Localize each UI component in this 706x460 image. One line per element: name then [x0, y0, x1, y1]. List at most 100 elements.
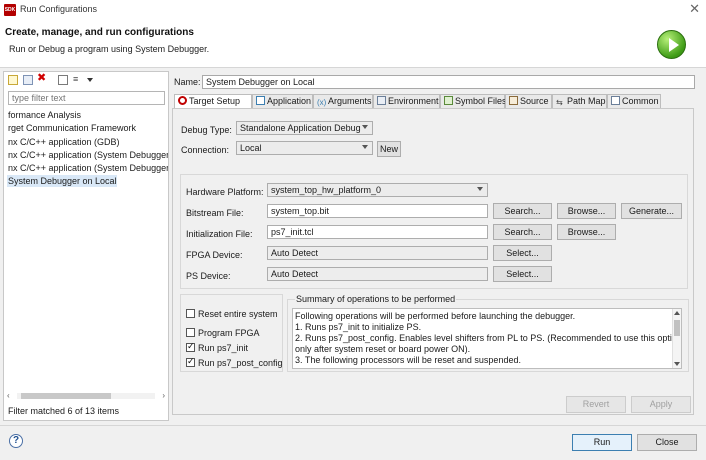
debug-type-label: Debug Type: — [181, 125, 232, 135]
tab-source[interactable]: Source — [505, 94, 552, 108]
sdk-app-icon: SDK — [4, 4, 16, 16]
ps-select-button[interactable]: Select... — [493, 266, 552, 282]
close-window-icon[interactable]: ✕ — [689, 2, 700, 16]
path-map-icon: ⇆ — [556, 98, 563, 107]
revert-button[interactable]: Revert — [566, 396, 626, 413]
fpga-select-button[interactable]: Select... — [493, 245, 552, 261]
run-ps7-post-config-checkbox[interactable]: Run ps7_post_config — [186, 356, 283, 368]
apply-button[interactable]: Apply — [631, 396, 691, 413]
checkbox-label: Run ps7_init — [198, 343, 249, 353]
help-icon[interactable]: ? — [9, 434, 23, 448]
bitstream-field[interactable]: system_top.bit — [267, 204, 488, 218]
tab-label: Target Setup — [189, 96, 241, 106]
tree-item-selected[interactable]: System Debugger on Local — [7, 175, 117, 187]
summary-line: Following operations will be performed b… — [295, 311, 576, 321]
filter-icon[interactable]: ≡ — [73, 74, 83, 84]
view-menu-chevron-down-icon[interactable] — [87, 78, 93, 82]
tab-path-map[interactable]: ⇆ Path Map — [552, 94, 607, 108]
environment-icon — [377, 96, 386, 105]
summary-line: 2. Runs ps7_post_config. Enables level s… — [295, 333, 682, 343]
checkbox-box — [186, 309, 195, 318]
header-title: Create, manage, and run configurations — [5, 27, 194, 38]
tree-item[interactable]: rget Communication Framework — [7, 122, 168, 134]
init-file-label: Initialization File: — [186, 229, 253, 239]
close-button[interactable]: Close — [637, 434, 697, 451]
arguments-icon: (x) — [317, 98, 327, 107]
ps-device-field: Auto Detect — [267, 267, 488, 281]
tab-label: Source — [520, 96, 549, 106]
target-icon — [178, 96, 187, 105]
checkbox-box — [186, 328, 195, 337]
tab-symbol-files[interactable]: Symbol Files — [440, 94, 507, 108]
tree-item[interactable]: nx C/C++ application (System Debugger — [7, 149, 168, 161]
generate-button[interactable]: Generate... — [621, 203, 682, 219]
tab-environment[interactable]: Environment — [373, 94, 440, 108]
reset-system-checkbox[interactable]: Reset entire system — [186, 309, 278, 319]
header-subtitle: Run or Debug a program using System Debu… — [9, 44, 210, 54]
run-banner-icon — [657, 30, 686, 59]
dialog-header: Create, manage, and run configurations R… — [0, 20, 706, 68]
symbol-files-icon — [444, 96, 453, 105]
ps-device-label: PS Device: — [186, 271, 231, 281]
tree-item[interactable]: formance Analysis — [7, 109, 168, 121]
summary-title: Summary of operations to be performed — [295, 294, 457, 304]
filter-input[interactable] — [8, 91, 165, 105]
connection-select[interactable]: Local — [236, 141, 373, 155]
fpga-device-label: FPGA Device: — [186, 250, 243, 260]
chevron-down-icon — [362, 145, 368, 149]
delete-config-icon[interactable]: ✖ — [37, 73, 47, 84]
vertical-scrollbar[interactable] — [672, 309, 681, 368]
connection-label: Connection: — [181, 145, 230, 155]
chevron-down-icon — [362, 125, 368, 129]
bitstream-browse-button[interactable]: Browse... — [557, 203, 616, 219]
horizontal-scrollbar[interactable]: ‹ › — [7, 391, 165, 401]
configuration-tree-pane: ✖ ≡ formance Analysis rget Communication… — [3, 71, 169, 421]
hw-platform-value: system_top_hw_platform_0 — [271, 185, 382, 195]
tab-application[interactable]: Application — [252, 94, 313, 108]
fpga-device-field: Auto Detect — [267, 246, 488, 260]
scroll-thumb[interactable] — [674, 320, 680, 336]
summary-text-area[interactable]: Following operations will be performed b… — [292, 308, 682, 369]
checkbox-box-checked — [186, 341, 195, 352]
init-file-field[interactable]: ps7_init.tcl — [267, 225, 488, 239]
new-connection-button[interactable]: New — [377, 141, 401, 157]
scroll-down-icon[interactable] — [674, 362, 680, 366]
bitstream-label: Bitstream File: — [186, 208, 244, 218]
tab-arguments[interactable]: (x) Arguments — [313, 94, 373, 108]
run-ps7-init-checkbox[interactable]: Run ps7_init — [186, 341, 249, 353]
checkbox-label: Run ps7_post_config — [198, 358, 283, 368]
connection-value: Local — [240, 143, 262, 153]
run-button[interactable]: Run — [572, 434, 632, 451]
scroll-up-icon[interactable] — [674, 311, 680, 315]
chevron-down-icon — [477, 187, 483, 191]
hw-platform-select[interactable]: system_top_hw_platform_0 — [267, 183, 488, 197]
init-browse-button[interactable]: Browse... — [557, 224, 616, 240]
scroll-thumb[interactable] — [21, 393, 111, 399]
summary-line: 3. The following processors will be rese… — [295, 355, 521, 365]
collapse-all-icon[interactable] — [58, 75, 68, 85]
checkbox-label: Program FPGA — [198, 328, 260, 338]
checkbox-label: Reset entire system — [198, 309, 278, 319]
hw-platform-label: Hardware Platform: — [186, 187, 264, 197]
scroll-left-icon[interactable]: ‹ — [7, 391, 10, 400]
tree-item[interactable]: nx C/C++ application (System Debugger — [7, 162, 168, 174]
tree-item[interactable]: nx C/C++ application (GDB) — [7, 136, 168, 148]
name-input[interactable]: System Debugger on Local — [202, 75, 695, 89]
tab-label: Common — [622, 96, 659, 106]
checkbox-box-checked — [186, 356, 195, 367]
duplicate-config-icon[interactable] — [23, 75, 33, 85]
program-fpga-checkbox[interactable]: Program FPGA — [186, 328, 260, 338]
title-bar: SDK Run Configurations ✕ — [0, 0, 706, 20]
common-icon — [611, 96, 620, 105]
tab-label: Path Map — [567, 96, 606, 106]
tab-common[interactable]: Common — [607, 94, 661, 108]
summary-line: only after system reset or board power O… — [295, 344, 471, 354]
tab-target-setup[interactable]: Target Setup — [174, 94, 252, 109]
scroll-right-icon[interactable]: › — [162, 391, 165, 400]
init-search-button[interactable]: Search... — [493, 224, 552, 240]
new-config-icon[interactable] — [8, 75, 18, 85]
debug-type-select[interactable]: Standalone Application Debug — [236, 121, 373, 135]
tab-label: Arguments — [328, 96, 372, 106]
bitstream-search-button[interactable]: Search... — [493, 203, 552, 219]
filter-status: Filter matched 6 of 13 items — [8, 406, 120, 416]
